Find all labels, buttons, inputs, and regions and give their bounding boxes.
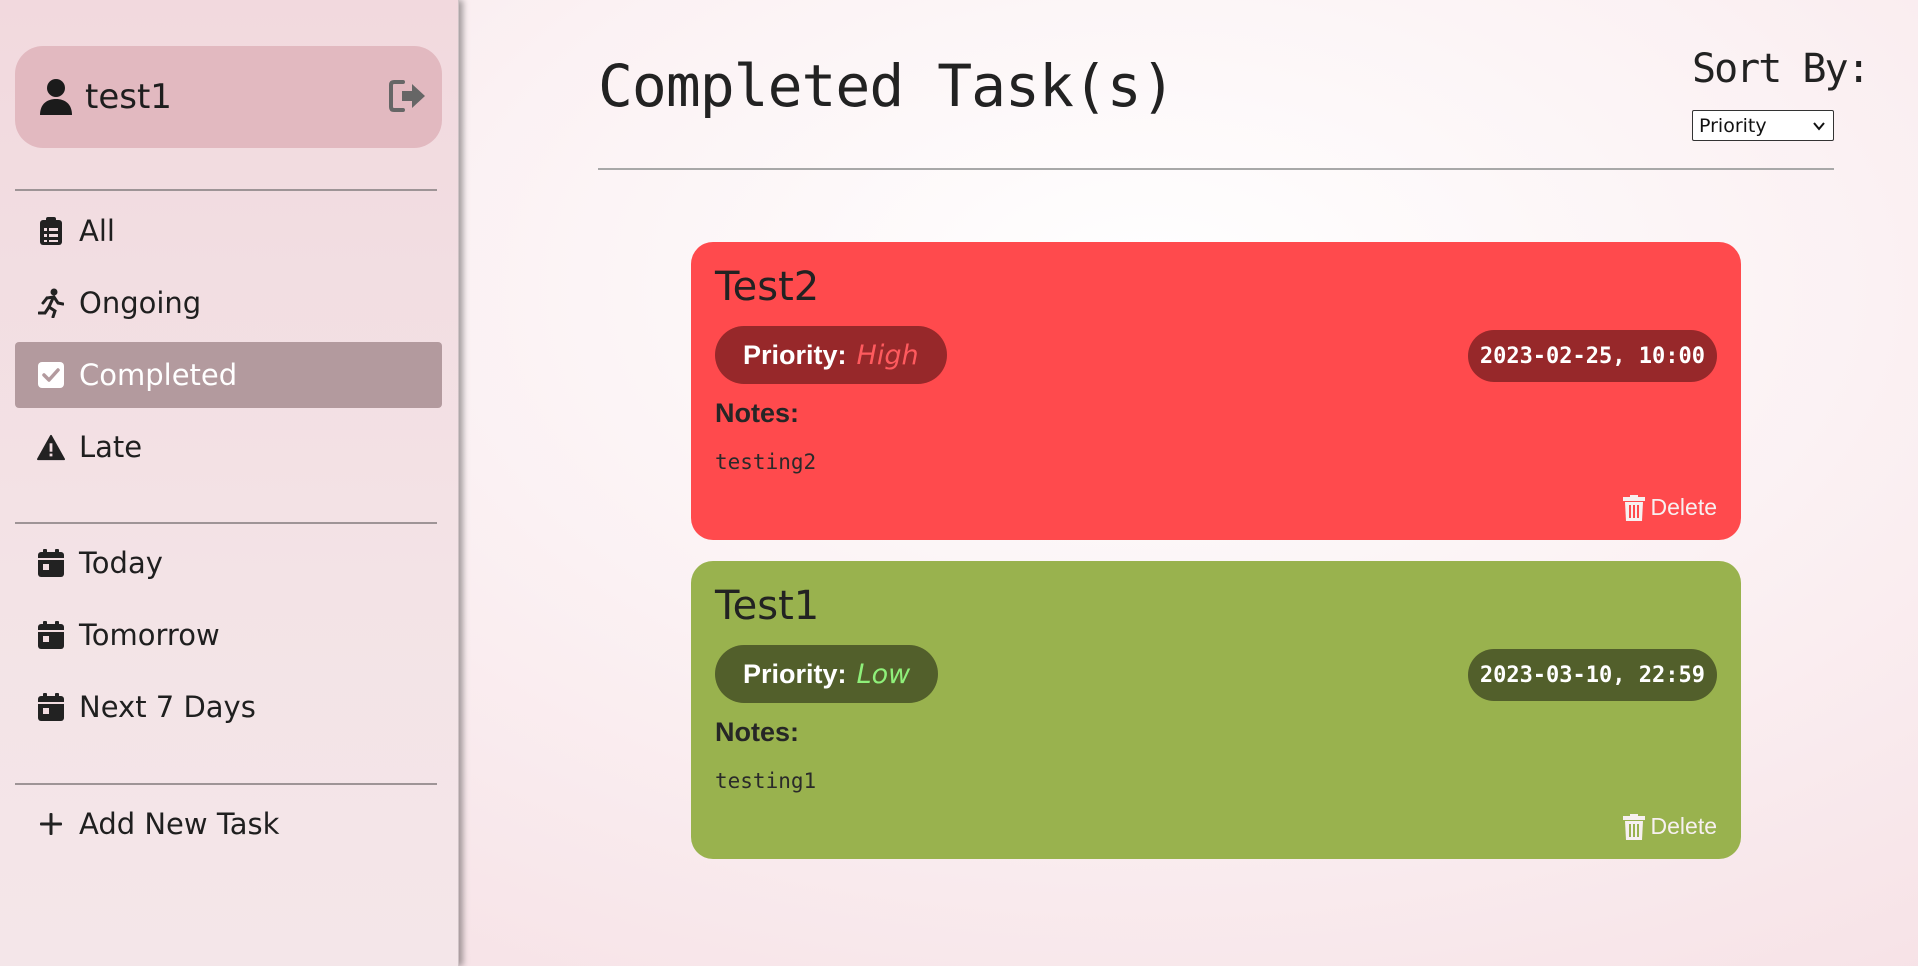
sidebar-item-late[interactable]: Late	[15, 414, 442, 480]
user-card: test1	[15, 46, 442, 148]
add-task-label: Add New Task	[79, 807, 280, 841]
clipboard-list-icon	[37, 216, 65, 246]
notes-label: Notes:	[715, 398, 800, 428]
sidebar: test1 All Ongoing Completed Late Today T…	[0, 0, 459, 966]
page-title: Completed Task(s)	[598, 52, 1176, 120]
sidebar-item-tomorrow[interactable]: Tomorrow	[15, 602, 442, 668]
sidebar-item-label: Completed	[79, 358, 238, 392]
add-task-button[interactable]: Add New Task	[15, 791, 442, 857]
logout-icon[interactable]	[388, 78, 428, 114]
trash-icon	[1622, 494, 1645, 521]
sidebar-item-today[interactable]: Today	[15, 530, 442, 596]
user-icon	[39, 78, 73, 116]
check-square-icon	[37, 360, 65, 390]
sidebar-item-ongoing[interactable]: Ongoing	[15, 270, 442, 336]
sidebar-item-label: Late	[79, 430, 143, 464]
header-divider	[598, 168, 1834, 170]
sidebar-item-next-7-days[interactable]: Next 7 Days	[15, 674, 442, 740]
trash-icon	[1622, 813, 1645, 840]
priority-value: High	[856, 339, 919, 371]
sort-select[interactable]: Priority	[1692, 110, 1834, 141]
due-date-badge: 2023-02-25, 10:00	[1467, 330, 1717, 382]
sidebar-item-label: Tomorrow	[79, 618, 220, 652]
sidebar-divider	[15, 783, 437, 785]
delete-label: Delete	[1650, 494, 1717, 520]
priority-badge: Priority: High	[715, 326, 947, 384]
sidebar-divider	[15, 189, 437, 191]
sidebar-item-label: Next 7 Days	[79, 690, 256, 724]
plus-icon	[37, 809, 65, 839]
due-date-badge: 2023-03-10, 22:59	[1467, 649, 1717, 701]
warning-icon	[37, 432, 65, 462]
calendar-icon	[37, 620, 65, 650]
chevron-down-icon	[1811, 117, 1827, 133]
calendar-icon	[37, 548, 65, 578]
sort-selected-value: Priority	[1699, 114, 1767, 137]
delete-button[interactable]: Delete	[1622, 494, 1717, 521]
sidebar-item-label: Ongoing	[79, 286, 202, 320]
sidebar-item-completed[interactable]: Completed	[15, 342, 442, 408]
calendar-icon	[37, 692, 65, 722]
sidebar-item-label: All	[79, 214, 115, 248]
task-title: Test2	[715, 264, 820, 310]
delete-button[interactable]: Delete	[1622, 813, 1717, 840]
notes-label: Notes:	[715, 717, 800, 747]
task-card: Test2 Priority: High 2023-02-25, 10:00 N…	[691, 242, 1741, 540]
priority-label: Priority:	[743, 658, 847, 689]
username: test1	[85, 77, 172, 117]
sidebar-item-all[interactable]: All	[15, 198, 442, 264]
sort-label: Sort By:	[1692, 46, 1871, 92]
delete-label: Delete	[1650, 813, 1717, 839]
priority-value: Low	[856, 658, 911, 690]
priority-label: Priority:	[743, 339, 847, 370]
sidebar-item-label: Today	[79, 546, 163, 580]
sidebar-divider	[15, 522, 437, 524]
task-title: Test1	[715, 583, 820, 629]
priority-badge: Priority: Low	[715, 645, 939, 703]
task-card: Test1 Priority: Low 2023-03-10, 22:59 No…	[691, 561, 1741, 859]
running-person-icon	[37, 288, 65, 318]
notes-text: testing1	[715, 769, 817, 793]
notes-text: testing2	[715, 450, 817, 474]
